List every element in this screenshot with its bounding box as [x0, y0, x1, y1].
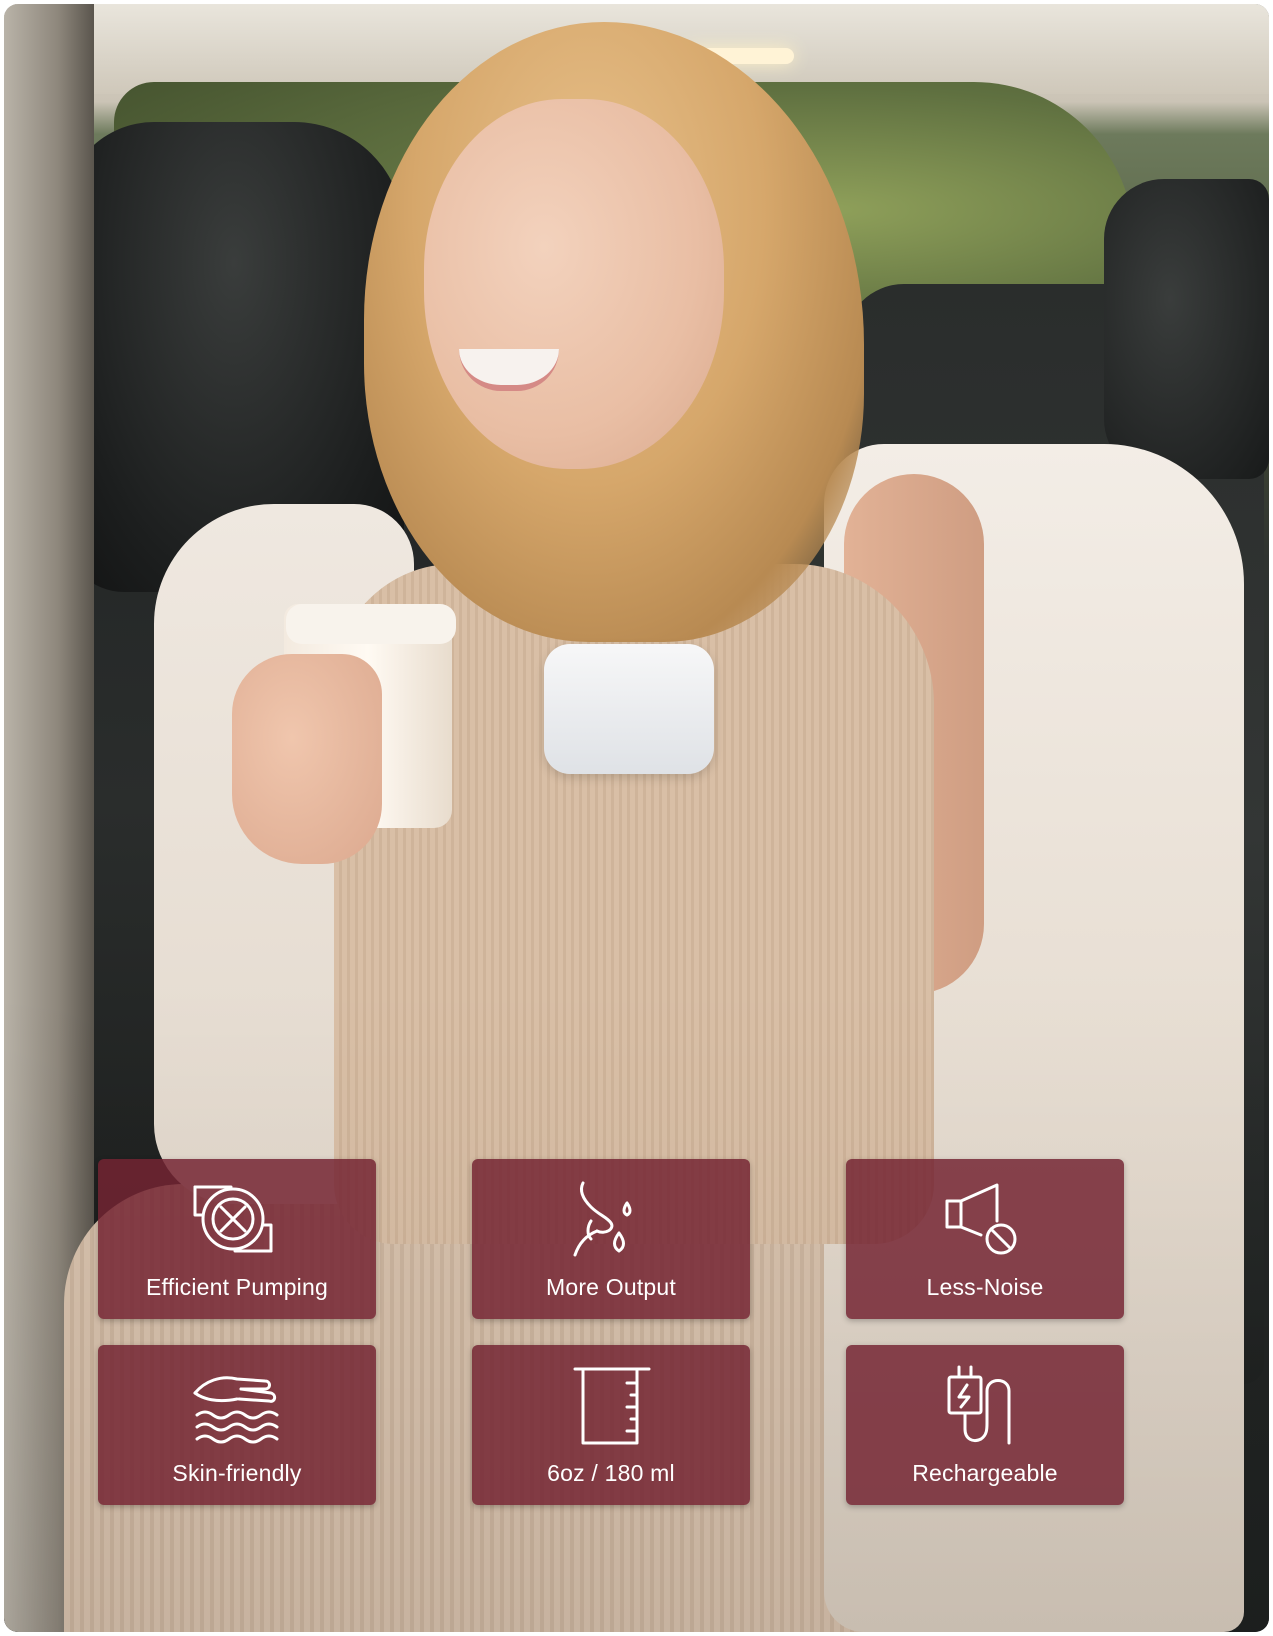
- feature-label: 6oz / 180 ml: [547, 1460, 675, 1486]
- speaker-mute-icon: [935, 1177, 1035, 1261]
- feature-grid: Efficient Pumping More Output Less-Noise…: [98, 1159, 1128, 1509]
- feature-label: Less-Noise: [926, 1274, 1044, 1300]
- breast-milk-drops-icon: [561, 1177, 661, 1261]
- feature-tile-more-output: More Output: [472, 1159, 750, 1319]
- feature-tile-rechargeable: Rechargeable: [846, 1345, 1124, 1505]
- feature-label: Efficient Pumping: [146, 1274, 328, 1300]
- feature-label: More Output: [545, 1274, 677, 1300]
- measuring-cup-icon: [561, 1363, 661, 1447]
- feature-tile-capacity: 6oz / 180 ml: [472, 1345, 750, 1505]
- feature-tile-skin-friendly: Skin-friendly: [98, 1345, 376, 1505]
- suction-fan-icon: [187, 1177, 287, 1261]
- product-image: Efficient Pumping More Output Less-Noise…: [4, 4, 1269, 1632]
- feature-label: Skin-friendly: [172, 1460, 302, 1486]
- feature-tile-efficient-pumping: Efficient Pumping: [98, 1159, 376, 1319]
- battery-plug-icon: [935, 1363, 1035, 1447]
- hand-waves-icon: [187, 1363, 287, 1447]
- feature-label: Rechargeable: [912, 1460, 1058, 1486]
- feature-tile-less-noise: Less-Noise: [846, 1159, 1124, 1319]
